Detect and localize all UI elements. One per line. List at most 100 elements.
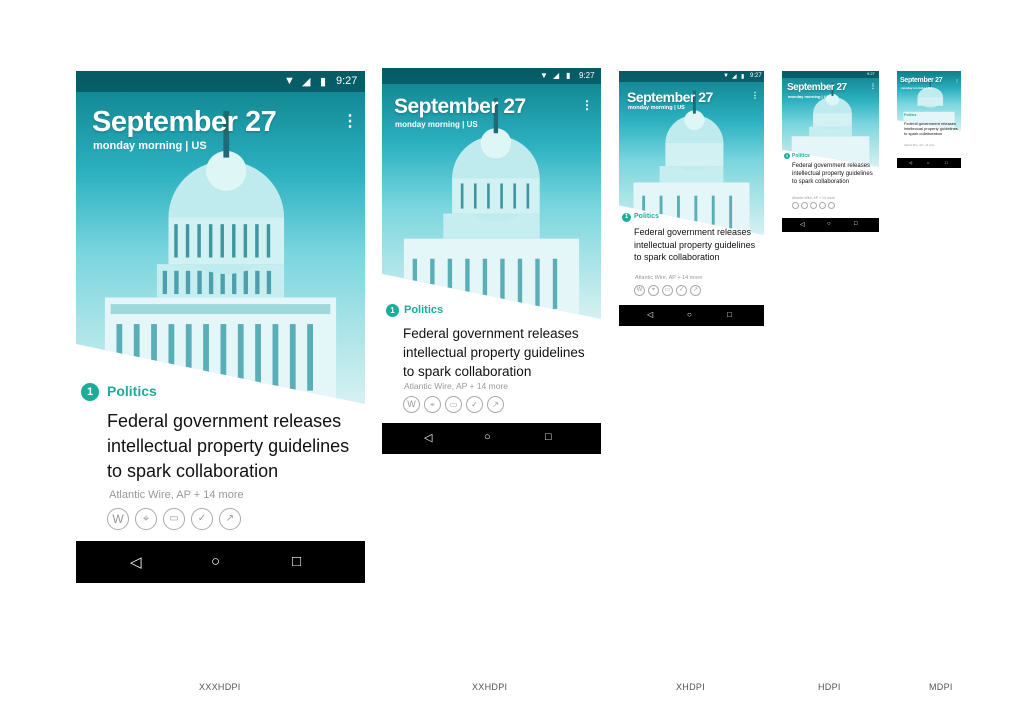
story-source[interactable]: Atlantic Wire, AP + 14 more [904, 144, 935, 147]
back-icon[interactable]: ◁ [647, 310, 653, 319]
overflow-menu-icon[interactable]: ⋮ [342, 111, 358, 131]
phone-xxxhdpi: ▼ ◢ ▮ 9:27 September 27 monday morning |… [76, 71, 365, 583]
date-title: September 27 [394, 95, 526, 118]
action-icons: W ⌖ ▭ ✓ ↗ [634, 285, 701, 303]
video-icon[interactable]: ▭ [662, 285, 673, 296]
action-icons: W ⌖ ▭ ✓ ↗ [107, 508, 241, 530]
recents-icon[interactable]: □ [292, 553, 301, 570]
density-label-xhdpi: XHDPI [676, 682, 706, 692]
date-title: September 27 [787, 82, 847, 93]
home-icon[interactable]: ○ [484, 431, 491, 443]
overflow-menu-icon[interactable]: ⋮ [870, 83, 876, 90]
signal-icon: ◢ [553, 71, 560, 80]
status-time: 9:27 [579, 71, 595, 80]
home-icon[interactable]: ○ [211, 553, 220, 570]
status-bar: ▼ ◢ ▮ 9:27 [76, 71, 365, 92]
overflow-menu-icon[interactable]: ⋮ [581, 98, 593, 112]
wifi-icon: ▼ [723, 73, 729, 79]
story-headline[interactable]: Federal government releases intellectual… [403, 324, 599, 381]
status-bar: 9:27 [782, 71, 879, 78]
twitter-icon[interactable] [819, 202, 826, 209]
date-subtitle: monday morning | US [901, 86, 933, 90]
home-icon[interactable]: ○ [827, 221, 831, 227]
battery-icon: ▮ [566, 71, 571, 80]
status-bar: ▼ ◢ ▮ 9:27 [619, 71, 764, 82]
video-icon[interactable]: ▭ [163, 508, 185, 530]
density-label-xxhdpi: XXHDPI [472, 682, 508, 692]
navigation-bar: ◁ ○ □ [382, 423, 601, 454]
story-headline[interactable]: Federal government releases intellectual… [904, 121, 960, 137]
recents-icon[interactable]: □ [945, 160, 947, 165]
navigation-bar: ◁ ○ □ [782, 218, 879, 232]
trending-icon[interactable]: ↗ [219, 508, 241, 530]
date-title: September 27 [900, 77, 943, 84]
density-label-hdpi: HDPI [818, 682, 841, 692]
back-icon[interactable]: ◁ [800, 221, 805, 228]
story-number-badge: 1 [386, 304, 399, 317]
video-icon[interactable] [810, 202, 817, 209]
category-label[interactable]: Politics [107, 383, 157, 399]
category-label[interactable]: Politics [634, 213, 659, 220]
status-bar: ▼ ◢ ▮ 9:27 [382, 68, 601, 84]
phone-xhdpi: ▼ ◢ ▮ 9:27 September 27 monday morning |… [619, 71, 764, 326]
category-label[interactable]: Politics [904, 113, 916, 117]
date-title: September 27 [92, 106, 277, 138]
back-icon[interactable]: ◁ [424, 431, 432, 444]
overflow-menu-icon[interactable]: ⋮ [955, 78, 959, 83]
status-time: 9:27 [750, 73, 762, 79]
navigation-bar: ◁ ○ □ [897, 158, 961, 168]
date-subtitle: monday morning | US [628, 105, 685, 111]
battery-icon: ▮ [320, 76, 327, 88]
signal-icon: ◢ [302, 76, 311, 88]
wikipedia-icon[interactable] [792, 202, 799, 209]
density-label-mdpi: MDPI [929, 682, 953, 692]
video-icon[interactable]: ▭ [445, 396, 462, 413]
story-number-badge: 1 [81, 383, 99, 401]
signal-icon: ◢ [732, 74, 737, 80]
date-subtitle: monday morning | US [93, 140, 207, 152]
date-subtitle: monday morning | US [395, 120, 478, 129]
map-pin-icon[interactable]: ⌖ [424, 396, 441, 413]
wikipedia-icon[interactable]: W [107, 508, 129, 530]
trending-icon[interactable]: ↗ [487, 396, 504, 413]
wikipedia-icon[interactable]: W [403, 396, 420, 413]
wikipedia-icon[interactable]: W [634, 285, 645, 296]
phone-xxhdpi: ▼ ◢ ▮ 9:27 September 27 monday morning |… [382, 68, 601, 454]
story-source[interactable]: Atlantic Wire, AP + 14 more [109, 489, 244, 501]
twitter-icon[interactable]: ✓ [466, 396, 483, 413]
category-label[interactable]: Politics [404, 304, 443, 316]
date-title: September 27 [627, 89, 713, 105]
status-time: 9:27 [867, 71, 875, 76]
overflow-menu-icon[interactable]: ⋮ [751, 91, 759, 100]
twitter-icon[interactable]: ✓ [676, 285, 687, 296]
back-icon[interactable]: ◁ [130, 553, 142, 571]
trending-icon[interactable]: ↗ [690, 285, 701, 296]
date-subtitle: monday morning | US [788, 94, 830, 99]
story-headline[interactable]: Federal government releases intellectual… [107, 409, 362, 484]
recents-icon[interactable]: □ [545, 431, 552, 443]
twitter-icon[interactable]: ✓ [191, 508, 213, 530]
navigation-bar: ◁ ○ □ [619, 305, 764, 326]
story-source[interactable]: Atlantic Wire, AP + 14 more [792, 196, 835, 200]
map-pin-icon[interactable]: ⌖ [135, 508, 157, 530]
recents-icon[interactable]: □ [854, 221, 858, 227]
home-icon[interactable]: ○ [687, 310, 692, 319]
recents-icon[interactable]: □ [727, 310, 732, 319]
story-headline[interactable]: Federal government releases intellectual… [792, 162, 878, 186]
phone-hdpi: 9:27 September 27 monday morning | US ⋮ … [782, 71, 879, 232]
phone-mdpi: September 27 monday morning | US ⋮ Polit… [897, 71, 961, 168]
map-pin-icon[interactable]: ⌖ [648, 285, 659, 296]
wifi-icon: ▼ [284, 75, 295, 87]
density-label-xxxhdpi: XXXHDPI [199, 682, 241, 692]
map-pin-icon[interactable] [801, 202, 808, 209]
story-headline[interactable]: Federal government releases intellectual… [634, 226, 764, 264]
story-source[interactable]: Atlantic Wire, AP + 14 more [635, 275, 702, 281]
story-source[interactable]: Atlantic Wire, AP + 14 more [404, 381, 508, 391]
action-icons: W ⌖ ▭ ✓ ↗ [403, 396, 504, 414]
home-icon[interactable]: ○ [927, 160, 929, 165]
story-number-badge: 1 [784, 153, 790, 159]
trending-icon[interactable] [828, 202, 835, 209]
battery-icon: ▮ [741, 74, 745, 80]
category-label[interactable]: Politics [792, 153, 810, 159]
back-icon[interactable]: ◁ [909, 160, 912, 165]
